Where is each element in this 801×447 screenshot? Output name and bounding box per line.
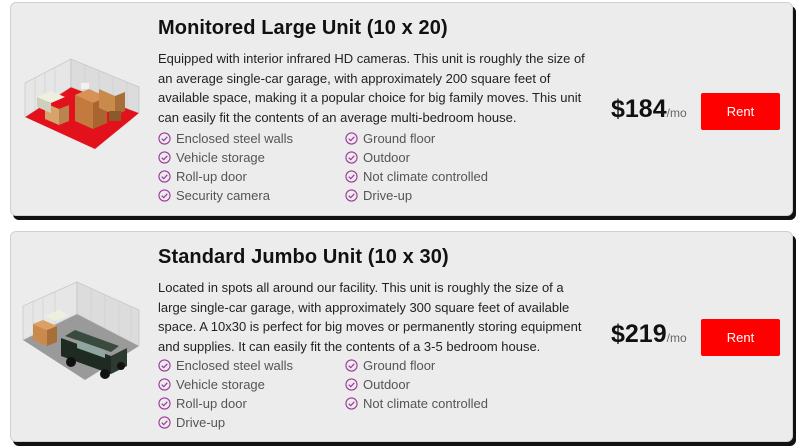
feature-label: Vehicle storage xyxy=(176,377,265,392)
storage-unit-image xyxy=(24,58,140,149)
feature-label: Security camera xyxy=(176,188,270,203)
feature-item: Roll-up door xyxy=(158,167,247,186)
check-circle-icon xyxy=(345,151,358,164)
unit-card: Monitored Large Unit (10 x 20) Equipped … xyxy=(10,2,793,216)
feature-label: Ground floor xyxy=(363,358,436,373)
check-circle-icon xyxy=(345,397,358,410)
feature-item: Security camera xyxy=(158,186,270,205)
check-circle-icon xyxy=(158,170,171,183)
unit-description: Equipped with interior infrared HD camer… xyxy=(158,51,585,125)
feature-item: Enclosed steel walls xyxy=(158,356,293,375)
unit-title: Standard Jumbo Unit (10 x 30) xyxy=(158,246,449,268)
feature-label: Not climate controlled xyxy=(363,169,488,184)
check-circle-icon xyxy=(158,416,171,429)
feature-label: Enclosed steel walls xyxy=(176,131,294,146)
feature-item: Outdoor xyxy=(345,375,410,394)
check-circle-icon xyxy=(158,189,171,202)
feature-item: Not climate controlled xyxy=(345,167,488,186)
feature-item: Not climate controlled xyxy=(345,394,488,413)
unit-title: Monitored Large Unit (10 x 20) xyxy=(158,17,448,39)
unit-card: Standard Jumbo Unit (10 x 30) Located in… xyxy=(10,231,793,442)
feature-item: Enclosed steel walls xyxy=(158,129,293,148)
feature-label: Roll-up door xyxy=(176,396,247,411)
feature-item: Drive-up xyxy=(158,413,225,432)
feature-label: Enclosed steel walls xyxy=(176,358,294,373)
price-period: /mo xyxy=(666,106,687,120)
feature-label: Roll-up door xyxy=(176,169,247,184)
feature-item: Roll-up door xyxy=(158,394,247,413)
feature-item: Drive-up xyxy=(345,186,412,205)
check-circle-icon xyxy=(158,378,171,391)
feature-item: Ground floor xyxy=(345,129,435,148)
unit-description: Located in spots all around our facility… xyxy=(158,280,582,354)
unit-price: $219/mo xyxy=(611,320,687,349)
price-amount: $219 xyxy=(611,320,667,348)
feature-label: Outdoor xyxy=(363,377,410,392)
check-circle-icon xyxy=(345,170,358,183)
rent-button[interactable]: Rent xyxy=(701,319,780,356)
price-period: /mo xyxy=(666,331,687,345)
rent-button[interactable]: Rent xyxy=(701,93,780,130)
storage-unit-image xyxy=(22,281,140,380)
feature-item: Outdoor xyxy=(345,148,410,167)
unit-price: $184/mo xyxy=(611,95,687,124)
check-circle-icon xyxy=(158,132,171,145)
feature-item: Vehicle storage xyxy=(158,375,265,394)
feature-item: Ground floor xyxy=(345,356,435,375)
check-circle-icon xyxy=(345,132,358,145)
feature-item: Vehicle storage xyxy=(158,148,265,167)
check-circle-icon xyxy=(158,151,171,164)
check-circle-icon xyxy=(345,359,358,372)
check-circle-icon xyxy=(345,378,358,391)
feature-label: Ground floor xyxy=(363,131,436,146)
feature-label: Drive-up xyxy=(363,188,413,203)
check-circle-icon xyxy=(158,397,171,410)
price-amount: $184 xyxy=(611,95,667,123)
check-circle-icon xyxy=(158,359,171,372)
feature-label: Outdoor xyxy=(363,150,410,165)
feature-label: Not climate controlled xyxy=(363,396,488,411)
feature-label: Vehicle storage xyxy=(176,150,265,165)
check-circle-icon xyxy=(345,189,358,202)
feature-label: Drive-up xyxy=(176,415,226,430)
